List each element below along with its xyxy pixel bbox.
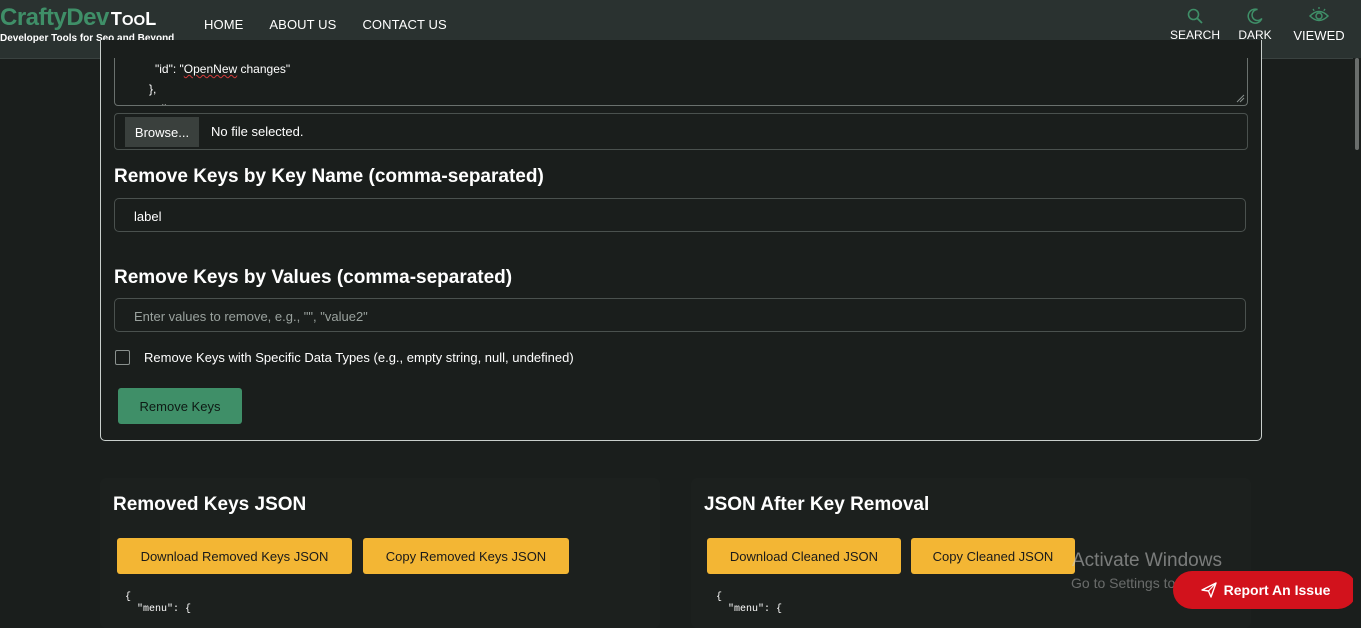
copy-removed-keys-button[interactable]: Copy Removed Keys JSON	[363, 538, 569, 574]
nav-home[interactable]: HOME	[204, 17, 243, 32]
json-line-null: null	[148, 102, 167, 105]
key-name-input[interactable]: label	[114, 198, 1246, 232]
nav-about-us[interactable]: ABOUT US	[269, 17, 336, 32]
file-upload: Browse... No file selected.	[114, 113, 1248, 150]
key-value-placeholder: Enter values to remove, e.g., "", "value…	[134, 309, 368, 324]
key-value-input[interactable]: Enter values to remove, e.g., "", "value…	[114, 298, 1246, 332]
browse-button[interactable]: Browse...	[125, 117, 199, 147]
search-icon	[1187, 8, 1203, 24]
site-logo[interactable]: CraftyDev TOOL Developer Tools for Seo a…	[0, 4, 174, 44]
remove-keys-button[interactable]: Remove Keys	[118, 388, 242, 424]
key-name-value: label	[134, 209, 162, 224]
moon-icon	[1247, 8, 1263, 24]
logo-crafty-text: CraftyDev	[0, 4, 109, 31]
remove-by-name-heading: Remove Keys by Key Name (comma-separated…	[114, 166, 544, 187]
json-input-textarea[interactable]: "id": "OpenNew changes" }, null	[114, 58, 1248, 106]
data-type-checkbox[interactable]	[115, 350, 130, 365]
download-removed-keys-button[interactable]: Download Removed Keys JSON	[117, 538, 352, 574]
nav-contact-us[interactable]: CONTACT US	[362, 17, 446, 32]
report-issue-button[interactable]: Report An Issue	[1173, 571, 1357, 609]
removed-keys-heading: Removed Keys JSON	[113, 494, 307, 515]
json-line-id: "id": "OpenNew changes"	[155, 62, 291, 76]
data-type-option: Remove Keys with Specific Data Types (e.…	[115, 350, 574, 365]
copy-cleaned-json-button[interactable]: Copy Cleaned JSON	[911, 538, 1075, 574]
viewed-label: VIEWED	[1293, 28, 1345, 43]
resize-grip-icon[interactable]	[1235, 93, 1245, 103]
page-scrollbar[interactable]	[1353, 58, 1361, 614]
download-cleaned-json-button[interactable]: Download Cleaned JSON	[707, 538, 901, 574]
logo-tool-text: TOOL	[110, 9, 157, 29]
removed-keys-code: { "menu": {	[125, 592, 192, 615]
eye-icon	[1308, 7, 1330, 22]
json-line-close: },	[149, 82, 157, 96]
file-status: No file selected.	[211, 124, 304, 139]
dark-mode-toggle[interactable]: DARK	[1236, 6, 1274, 42]
send-icon	[1200, 582, 1217, 598]
search-button[interactable]: SEARCH	[1170, 6, 1220, 42]
logo-wordmark: CraftyDev TOOL	[0, 4, 174, 32]
scrollbar-thumb[interactable]	[1355, 58, 1359, 150]
report-issue-label: Report An Issue	[1223, 582, 1331, 598]
cleaned-json-heading: JSON After Key Removal	[704, 494, 930, 515]
main-nav: HOME ABOUT US CONTACT US	[204, 17, 447, 32]
viewed-button[interactable]: VIEWED	[1288, 6, 1350, 43]
json-input-text: "id": "OpenNew changes" }, null	[148, 58, 291, 105]
activate-windows-title: Activate Windows	[1072, 550, 1222, 571]
remove-by-value-heading: Remove Keys by Values (comma-separated)	[114, 267, 513, 288]
cleaned-json-code: { "menu": {	[716, 592, 783, 615]
data-type-label: Remove Keys with Specific Data Types (e.…	[144, 350, 574, 365]
